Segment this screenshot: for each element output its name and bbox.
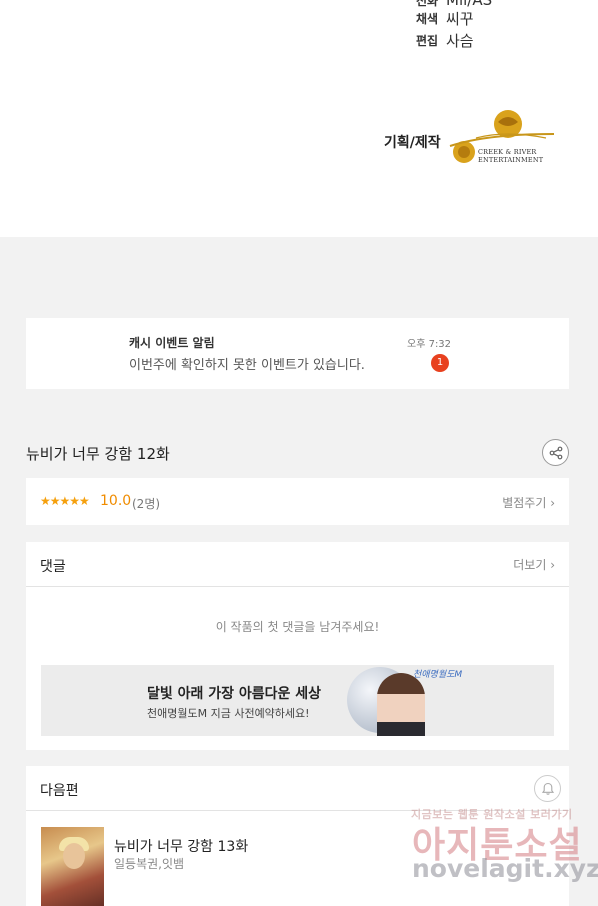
logo-text-line1: CREEK & RIVER: [478, 148, 537, 156]
comments-empty-message: 이 작품의 첫 댓글을 남겨주세요!: [215, 620, 380, 634]
episode-title: 뉴비가 너무 강함 12화: [26, 445, 170, 463]
notice-time: 오후 7:32: [407, 339, 452, 350]
notice-badge: 1: [431, 354, 449, 372]
logo-text: CREEK & RIVER ENTERTAINMENT: [478, 148, 543, 164]
next-episode-thumbnail[interactable]: [41, 827, 104, 906]
rating-count: (2명): [132, 497, 161, 511]
comments-more-link[interactable]: 더보기 ›: [513, 556, 555, 573]
watermark-url: novelagit.xyz: [412, 854, 598, 883]
comments-title: 댓글: [40, 559, 66, 575]
credit-name: 씨꾸: [446, 10, 474, 28]
share-button[interactable]: [542, 439, 569, 466]
ad-title: 달빛 아래 가장 아름다운 세상: [147, 686, 322, 702]
notify-button[interactable]: [534, 775, 561, 802]
next-episode-section-title: 다음편: [40, 783, 79, 799]
thumbnail-face: [63, 843, 85, 869]
rate-button[interactable]: 별점주기 ›: [502, 494, 555, 511]
credit-role: 채색: [416, 12, 439, 26]
credit-row: 채색 씨꾸: [416, 8, 474, 29]
credit-row: 편집 사슴: [416, 30, 474, 51]
share-icon: [549, 446, 562, 459]
ad-character-image: [377, 673, 425, 736]
next-episode-title[interactable]: 뉴비가 너무 강함 13화: [114, 836, 248, 856]
notice-message: 이번주에 확인하지 못한 이벤트가 있습니다.: [129, 358, 365, 373]
credit-name: 사슴: [446, 32, 474, 50]
produced-by-label: 기획/제작: [384, 135, 441, 151]
ad-logo: 천애명월도M: [413, 670, 463, 680]
next-episode-author: 일등복권,잇뱀: [114, 857, 185, 871]
cash-event-notice[interactable]: 캐시 이벤트 알림 이번주에 확인하지 못한 이벤트가 있습니다. 오후 7:3…: [26, 318, 569, 389]
rating-stars: ★★★★★: [40, 494, 90, 508]
bell-icon: [541, 782, 554, 795]
comments-section: 댓글 더보기 › 이 작품의 첫 댓글을 남겨주세요! 달빛 아래 가장 아름다…: [26, 542, 569, 750]
credits-section: 선화 Mil/AS 채색 씨꾸 편집 사슴 기획/제작 CREEK & RIVE…: [0, 0, 598, 237]
rating-bar: ★★★★★ 10.0 (2명) 별점주기 ›: [26, 478, 569, 525]
ad-banner[interactable]: 달빛 아래 가장 아름다운 세상 천애명월도M 지금 사전예약하세요! 천애명월…: [41, 665, 554, 736]
rating-score: 10.0: [100, 493, 132, 509]
comments-header: 댓글 더보기 ›: [26, 542, 569, 587]
credit-role: 편집: [416, 34, 439, 48]
ad-subtitle: 천애명월도M 지금 사전예약하세요!: [147, 707, 310, 720]
next-episode-header: 다음편: [26, 766, 569, 811]
logo-text-line2: ENTERTAINMENT: [478, 156, 544, 164]
notice-title: 캐시 이벤트 알림: [129, 336, 215, 350]
